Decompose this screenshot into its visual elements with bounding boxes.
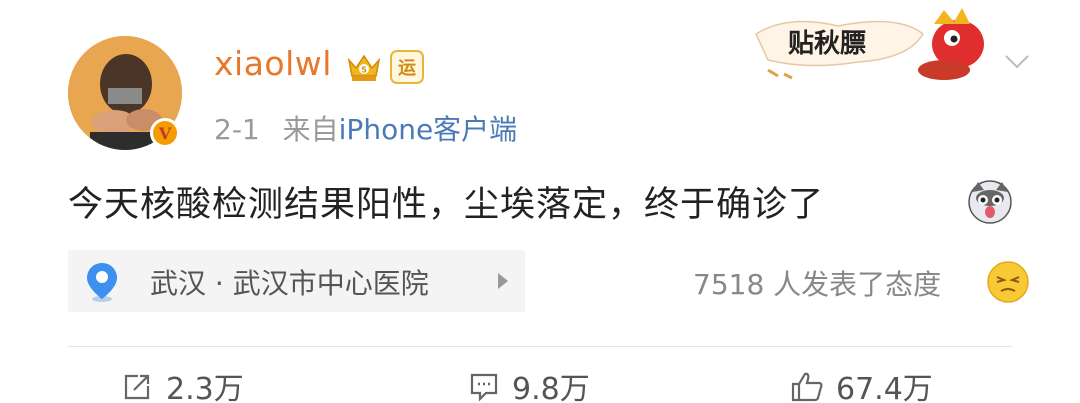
- repost-count: 2.3万: [166, 372, 244, 403]
- repost-icon: [124, 374, 150, 400]
- sticker-text: 贴秋膘: [788, 29, 866, 59]
- like-icon: [791, 372, 823, 402]
- svg-text:5: 5: [361, 66, 367, 75]
- post-meta: 2-1 来自iPhone客户端: [214, 108, 517, 148]
- comment-count: 9.8万: [512, 372, 590, 403]
- vip-crown-icon[interactable]: 5: [346, 50, 382, 84]
- post-content: 今天核酸检测结果阳性，尘埃落定，终于确诊了: [68, 185, 825, 225]
- location-text: 武汉 · 武汉市中心医院: [150, 267, 429, 300]
- like-count: 67.4万: [836, 372, 933, 403]
- sticker-decoration[interactable]: 贴秋膘: [748, 4, 998, 84]
- arrow-right-icon: [498, 273, 508, 289]
- face-emoji-icon[interactable]: [986, 260, 1030, 304]
- like-button[interactable]: 67.4万: [790, 366, 933, 403]
- location-pin-icon: [84, 261, 120, 303]
- username[interactable]: xiaolwl: [214, 44, 332, 83]
- avatar[interactable]: V: [68, 36, 182, 150]
- source-link[interactable]: iPhone客户端: [339, 113, 518, 146]
- verified-badge-icon: V: [150, 118, 180, 148]
- dog-emoji-icon: [966, 178, 1014, 226]
- yun-badge-icon[interactable]: 运: [390, 50, 424, 84]
- comment-button[interactable]: 9.8万: [468, 366, 590, 403]
- collapse-chevron-icon[interactable]: [1002, 46, 1032, 76]
- post-time: 2-1: [214, 113, 260, 146]
- location-tag[interactable]: 武汉 · 武汉市中心医院: [68, 250, 525, 312]
- divider: [68, 346, 1012, 347]
- reactions-count[interactable]: 7518 人发表了态度: [693, 263, 941, 303]
- repost-button[interactable]: 2.3万: [122, 366, 244, 403]
- source-prefix: 来自: [282, 113, 339, 146]
- comment-icon: [470, 373, 498, 402]
